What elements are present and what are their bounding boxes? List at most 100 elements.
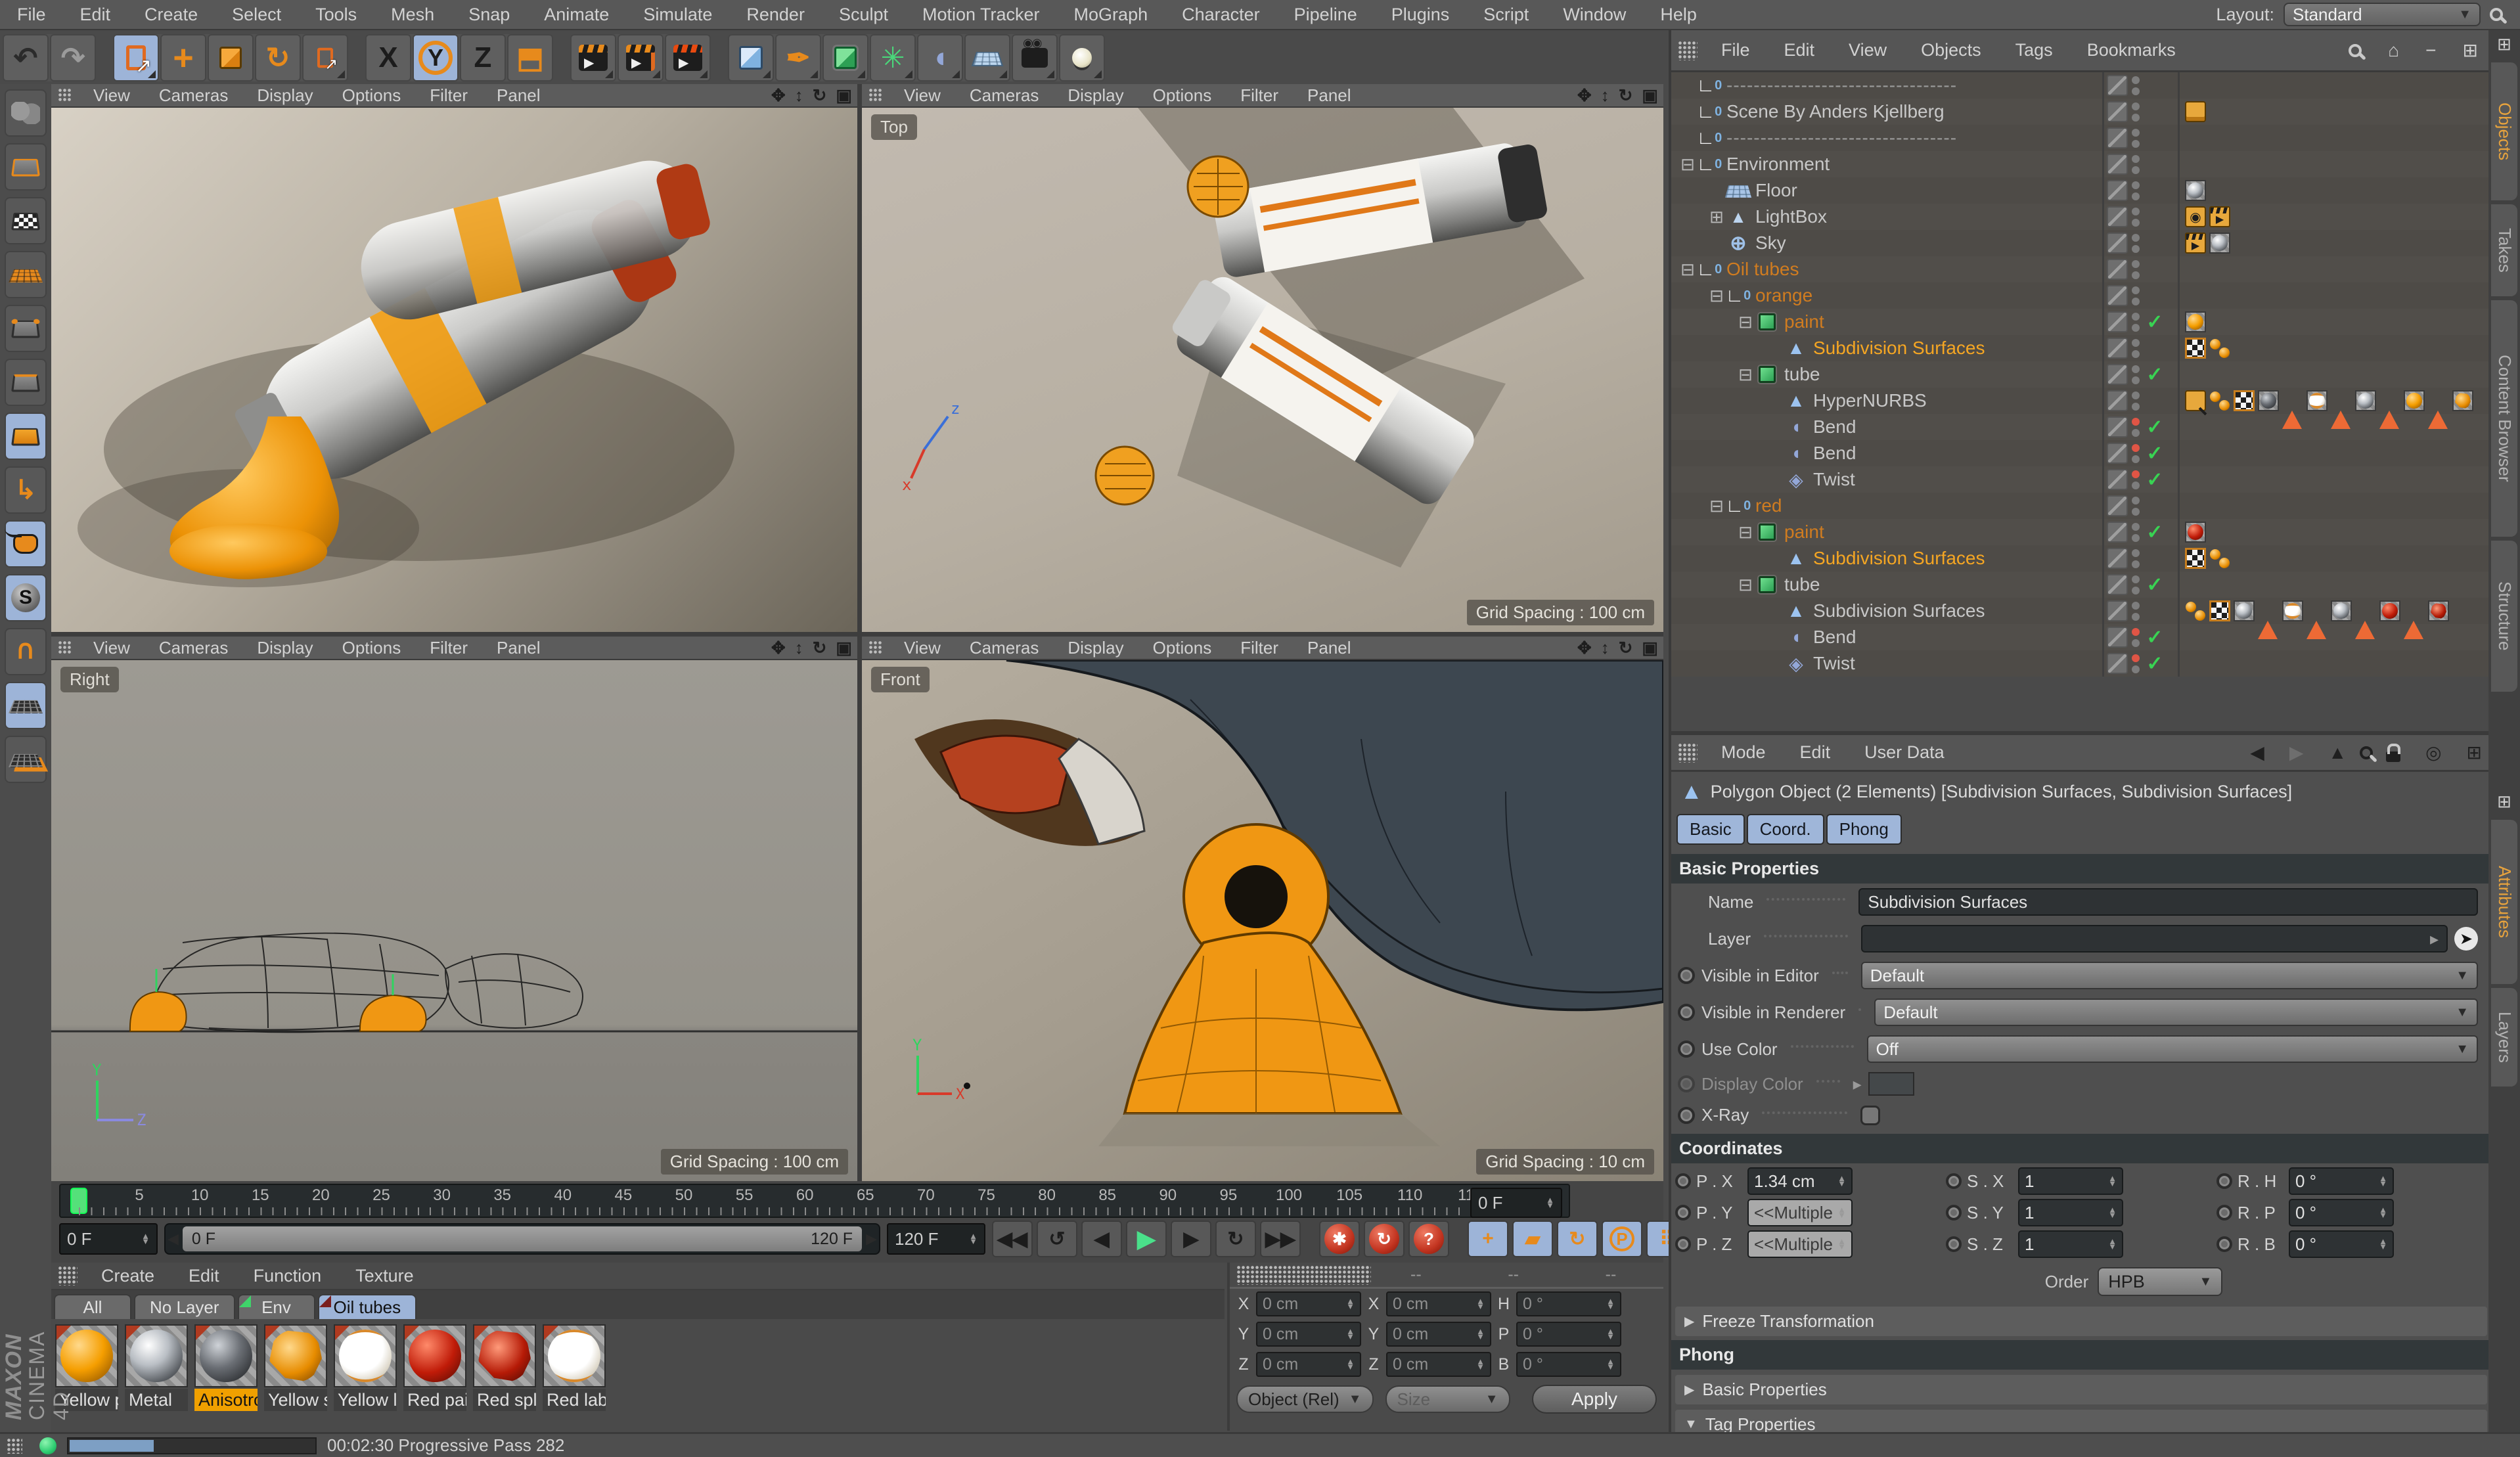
visibility-dots[interactable]	[2132, 391, 2141, 411]
material-tag-chrome-icon[interactable]	[2185, 180, 2206, 201]
texture-mode-button[interactable]	[5, 197, 47, 244]
menu-item-plugins[interactable]: Plugins	[1374, 5, 1467, 25]
rot-p-field[interactable]: 0 ° ▲ ▼	[1516, 1322, 1621, 1347]
visibility-dots[interactable]	[2132, 207, 2141, 227]
radio-icon[interactable]	[1946, 1205, 1962, 1221]
layer-toggle-icon[interactable]	[2107, 390, 2128, 411]
visibility-dots[interactable]	[2132, 181, 2141, 200]
material-tag-chrome-icon[interactable]	[2355, 390, 2376, 411]
pan-icon[interactable]: ✥	[771, 638, 786, 658]
add-subdivision-surface-button[interactable]	[822, 34, 868, 81]
enabled-check-icon[interactable]: ✓	[2145, 573, 2165, 596]
goto-end-button[interactable]: ▶▶	[1260, 1221, 1301, 1257]
layer-toggle-icon[interactable]	[2107, 338, 2128, 359]
visible-in-renderer-select[interactable]: Default ▼	[1874, 998, 2478, 1026]
sy-field[interactable]: 1 ▲ ▼	[2018, 1199, 2123, 1226]
sx-field[interactable]: 1 ▲ ▼	[2018, 1167, 2123, 1195]
layer-toggle-icon[interactable]	[2107, 311, 2128, 332]
tree-row-twist[interactable]: ◈ Twist ✓	[1671, 650, 2488, 677]
pan-icon[interactable]: ✥	[1577, 638, 1592, 658]
uvw-tag-icon[interactable]	[2234, 390, 2255, 411]
menu-item-view[interactable]: View	[79, 638, 145, 658]
panel-tab-objects[interactable]: Objects	[2491, 62, 2517, 200]
uvw-tag-icon[interactable]	[2185, 548, 2206, 569]
menu-item-help[interactable]: Help	[1643, 5, 1714, 25]
menu-item-filter[interactable]: Filter	[1226, 638, 1293, 658]
layer-toggle-icon[interactable]	[2107, 600, 2128, 621]
viewport-top-canvas[interactable]: z x	[862, 108, 1663, 632]
timeline-range-scrollbar[interactable]: ◀ 0 F 120 F ▶	[164, 1223, 880, 1255]
enabled-check-icon[interactable]: ✓	[2145, 311, 2165, 334]
panel-tab-takes[interactable]: Takes	[2491, 204, 2517, 296]
radio-icon[interactable]	[1675, 1205, 1691, 1221]
coordinate-system-button[interactable]: ⬒	[507, 34, 553, 81]
lock-z-axis-button[interactable]: Z	[460, 34, 506, 81]
panel-grip-icon[interactable]	[1678, 40, 1698, 60]
layer-toggle-icon[interactable]	[2107, 364, 2128, 385]
material-red-labe[interactable]: Red labe	[543, 1324, 606, 1411]
menu-item-panel[interactable]: Panel	[1293, 85, 1366, 106]
layer-toggle-icon[interactable]	[2107, 522, 2128, 543]
protection-tag-icon[interactable]	[2185, 390, 2206, 411]
points-mode-button[interactable]	[5, 305, 47, 352]
radio-icon[interactable]	[1678, 1004, 1695, 1021]
tab-coord[interactable]: Coord.	[1746, 814, 1824, 845]
menu-item-panel[interactable]: Panel	[482, 638, 555, 658]
visibility-dots[interactable]	[2132, 522, 2141, 542]
texture-tags-icon[interactable]	[2209, 338, 2230, 359]
menu-item-simulate[interactable]: Simulate	[626, 5, 729, 25]
menu-item-view[interactable]: View	[889, 85, 955, 106]
menu-item-edit[interactable]: Edit	[1783, 742, 1848, 763]
layer-toggle-icon[interactable]	[2107, 154, 2128, 175]
add-cube-button[interactable]	[728, 34, 774, 81]
panel-grip-icon[interactable]	[868, 640, 883, 655]
play-forwards-button[interactable]: ▶	[1126, 1221, 1167, 1257]
material-tag-orange-icon[interactable]	[2185, 311, 2206, 332]
rot-h-field[interactable]: 0 ° ▲ ▼	[1516, 1291, 1621, 1316]
add-mograph-button[interactable]: ✳	[870, 34, 916, 81]
layer-tab-no-layer[interactable]: No Layer	[134, 1294, 235, 1319]
menu-item-select[interactable]: Select	[215, 5, 298, 25]
radio-icon[interactable]	[1946, 1236, 1962, 1252]
search-icon[interactable]	[2490, 8, 2503, 21]
pos-z-field[interactable]: 0 cm ▲ ▼	[1256, 1352, 1361, 1377]
prev-frame-button[interactable]: ◀	[1081, 1221, 1122, 1257]
basic-properties-header[interactable]: Basic Properties	[1671, 854, 2491, 884]
menu-item-pipeline[interactable]: Pipeline	[1277, 5, 1374, 25]
rp-field[interactable]: 0 ° ▲ ▼	[2289, 1199, 2394, 1226]
menu-item-tools[interactable]: Tools	[298, 5, 374, 25]
menu-item-create[interactable]: Create	[84, 1266, 171, 1286]
enabled-check-icon[interactable]: ✓	[2145, 521, 2165, 544]
menu-item-function[interactable]: Function	[236, 1266, 339, 1286]
viewport-front-canvas[interactable]: Y X	[862, 660, 1663, 1181]
layer-toggle-icon[interactable]	[2107, 469, 2128, 490]
menu-item-file[interactable]: File	[1704, 40, 1767, 60]
play-backwards-button[interactable]: ↺	[1037, 1221, 1077, 1257]
uvw-tag-icon[interactable]	[2209, 600, 2230, 621]
panel-tab-structure[interactable]: Structure	[2491, 541, 2517, 692]
menu-item-mode[interactable]: Mode	[1704, 742, 1783, 763]
new-panel-icon[interactable]: ⊞	[2467, 742, 2482, 763]
visibility-dots[interactable]	[2132, 417, 2141, 437]
tree-row-dash[interactable]: ∟0----------------------------------✓	[1671, 125, 2488, 151]
material-tag-label-icon[interactable]	[2306, 390, 2328, 411]
visibility-dots[interactable]	[2132, 76, 2141, 95]
collapse-toggle[interactable]: ⊟	[1736, 365, 1755, 385]
menu-item-cameras[interactable]: Cameras	[145, 638, 242, 658]
menu-item-cameras[interactable]: Cameras	[955, 638, 1053, 658]
tree-row-bend[interactable]: ◖ Bend ✓	[1671, 414, 2488, 440]
material-tag-red-icon[interactable]	[2379, 600, 2400, 621]
material-metal[interactable]: Metal	[125, 1324, 188, 1411]
range-start-field[interactable]: 0 F ▲ ▼	[59, 1223, 158, 1255]
tree-row-paint[interactable]: ⊟ paint ✓	[1671, 519, 2488, 545]
visibility-dots[interactable]	[2132, 549, 2141, 568]
dock-icon[interactable]: ⊞	[2488, 788, 2520, 816]
visibility-dots[interactable]	[2132, 496, 2141, 516]
phong-basic-properties-section[interactable]: ▶ Basic Properties	[1675, 1375, 2487, 1404]
zoom-icon[interactable]: ↕	[795, 85, 803, 106]
menu-item-filter[interactable]: Filter	[1226, 85, 1293, 106]
workplane-mode-button[interactable]	[5, 251, 47, 298]
radio-icon[interactable]	[1675, 1173, 1691, 1189]
material-tag-dark-icon[interactable]	[2258, 390, 2279, 411]
target-icon[interactable]: ◎	[2425, 742, 2441, 763]
